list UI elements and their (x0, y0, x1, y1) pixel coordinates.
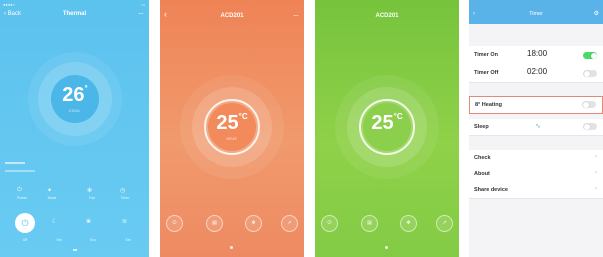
power-button[interactable]: ⏻ (321, 215, 338, 232)
page-title: Thermal (62, 11, 87, 17)
temperature-value: 25 (371, 112, 394, 134)
swing-icon[interactable]: ≋ (122, 218, 127, 225)
power-label: Power (17, 196, 27, 200)
power-icon[interactable]: ⏻ (17, 187, 22, 194)
power-button[interactable]: ⏻ (15, 213, 35, 233)
timer-on-label: Timer On (474, 52, 499, 58)
fan-label: Fan (88, 196, 96, 200)
temperature-dial[interactable]: 26° COOL (51, 75, 99, 123)
sleep-row[interactable]: Sleep ∿ (469, 119, 603, 136)
power-button[interactable]: ⏻ (166, 215, 183, 232)
temperature-dial[interactable]: 25°C HEAT (208, 103, 256, 151)
sleep-curve-icon: ∿ (535, 123, 541, 130)
settings-screen: ‹ Timer ⚙ Timer On 18:00 Timer Off 02:00… (469, 0, 603, 257)
more-icon[interactable]: ··· (138, 9, 144, 18)
timer-on-toggle[interactable] (583, 52, 597, 59)
mode-icon[interactable]: ✦ (47, 187, 52, 194)
battery-icon: ▭ (141, 2, 145, 7)
timer-label: Timer (120, 196, 130, 200)
nav-bar: ‹ Back Thermal ··· (0, 8, 149, 24)
heating-label: 8° Heating (475, 102, 502, 108)
status-bar: ●●●●○ ▭ (0, 0, 149, 8)
page-dot (385, 246, 388, 249)
info-bar (5, 170, 35, 172)
timer-button[interactable]: ↗ (436, 215, 453, 232)
mode-button[interactable]: ▤ (206, 215, 223, 232)
set-label-1: Set (56, 238, 62, 242)
main-screen: ●●●●○ ▭ ‹ Back Thermal ··· 26° COOL ⏻ ✦ … (0, 0, 149, 257)
timer-on-row[interactable]: Timer On 18:00 (469, 46, 603, 65)
temperature-dial[interactable]: 25°C (363, 103, 411, 151)
set-label-2: Set (125, 238, 131, 242)
page-title: Timer (529, 11, 543, 17)
mode-label: COOL (69, 109, 81, 113)
eco-icon[interactable]: ❀ (86, 218, 91, 225)
fan-icon[interactable]: ✻ (87, 187, 92, 194)
temperature-value: 25 (216, 112, 239, 134)
about-label: About (474, 171, 490, 177)
page-indicator (73, 249, 77, 251)
settings-icon[interactable]: ⚙ (594, 10, 599, 17)
check-row[interactable]: Check › (469, 150, 603, 167)
page-dot (230, 246, 233, 249)
timer-off-row[interactable]: Timer Off 02:00 (469, 64, 603, 83)
device-title: ACD201 (220, 13, 244, 19)
temperature-unit: °C (238, 112, 248, 121)
timer-off-label: Timer Off (474, 70, 499, 76)
nav-bar: ‹ Timer ⚙ (469, 0, 603, 24)
sleep-label: Sleep (474, 124, 489, 130)
more-icon[interactable]: ··· (293, 11, 299, 20)
timer-on-value[interactable]: 18:00 (527, 49, 547, 58)
fan-button[interactable]: ✻ (400, 215, 417, 232)
temperature-unit: °C (393, 112, 403, 121)
share-row[interactable]: Share device › (469, 182, 603, 199)
sleep-icon[interactable]: ☾ (52, 218, 57, 225)
timer-off-toggle[interactable] (583, 70, 597, 77)
off-label: Off (22, 238, 28, 242)
chevron-right-icon: › (595, 186, 597, 192)
eco-label: Eco (89, 238, 97, 242)
nav-bar: ‹ ACD201 ··· (160, 9, 304, 26)
humidity-bar (5, 162, 25, 164)
share-label: Share device (474, 187, 508, 193)
timer-icon[interactable]: ◷ (120, 187, 125, 194)
mode-button-label: Mode (47, 196, 57, 200)
temperature-unit: ° (84, 84, 88, 93)
timer-button[interactable]: ↗ (281, 215, 298, 232)
device-title: ACD201 (375, 13, 399, 19)
timer-off-value[interactable]: 02:00 (527, 67, 547, 76)
heating-toggle[interactable] (582, 101, 596, 108)
temperature-value: 26 (62, 84, 85, 106)
fan-button[interactable]: ✻ (245, 215, 262, 232)
chevron-right-icon: › (595, 154, 597, 160)
sleep-toggle[interactable] (583, 123, 597, 130)
heating-row[interactable]: 8° Heating (469, 96, 603, 114)
signal-icon: ●●●●○ (3, 2, 16, 7)
check-label: Check (474, 155, 491, 161)
chevron-right-icon: › (595, 170, 597, 176)
heat-screen: ‹ ACD201 ··· 25°C HEAT ⏻ ▤ ✻ ↗ (160, 0, 304, 257)
green-screen: ACD201 25°C ⏻ ▤ ✻ ↗ (315, 0, 459, 257)
mode-label: HEAT (226, 137, 238, 141)
mode-button[interactable]: ▤ (361, 215, 378, 232)
about-row[interactable]: About › (469, 166, 603, 183)
nav-bar: ACD201 (315, 10, 459, 26)
